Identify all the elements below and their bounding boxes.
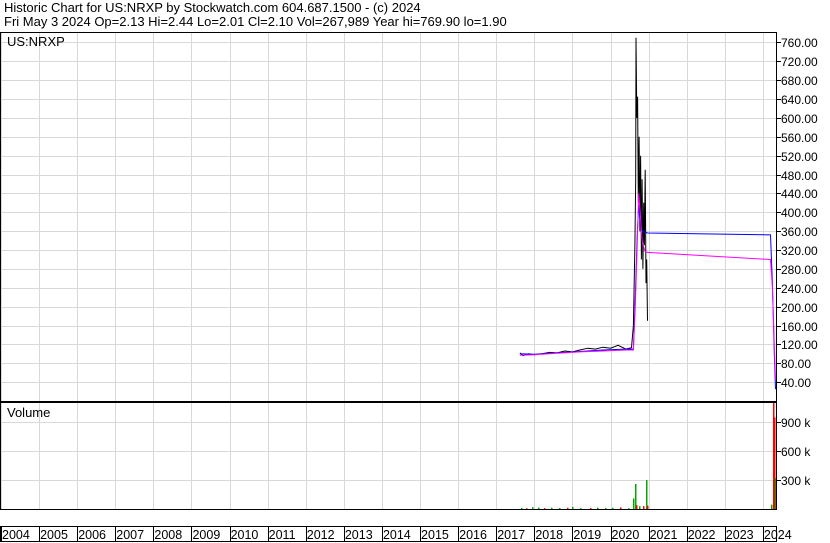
volume-bar xyxy=(612,507,614,509)
year-label: 2020 xyxy=(612,528,640,542)
volume-bar xyxy=(639,506,641,509)
price-tick-label: 440.00 xyxy=(781,187,818,201)
year-label: 2016 xyxy=(459,528,487,542)
year-label: 2011 xyxy=(269,528,296,542)
volume-bar xyxy=(647,505,649,509)
year-label: 2013 xyxy=(345,528,373,542)
price-tick-label: 120.00 xyxy=(781,338,818,352)
price-tick-label: 640.00 xyxy=(781,93,818,107)
year-label: 2009 xyxy=(192,528,220,542)
year-label: 2022 xyxy=(688,528,716,542)
year-label: 2006 xyxy=(78,528,106,542)
year-label: 2021 xyxy=(650,528,678,542)
year-label: 2004 xyxy=(2,528,30,542)
volume-tick-label: 300 k xyxy=(781,474,811,488)
price-tick-label: 400.00 xyxy=(781,206,818,220)
year-label: 2023 xyxy=(726,528,754,542)
volume-bar xyxy=(544,508,546,510)
year-label: 2018 xyxy=(535,528,563,542)
price-tick-label: 200.00 xyxy=(781,301,818,315)
price-tick-label: 320.00 xyxy=(781,244,818,258)
year-label: 2007 xyxy=(116,528,144,542)
price-tick-label: 160.00 xyxy=(781,320,818,334)
volume-bar xyxy=(636,505,638,509)
price-tick-label: 720.00 xyxy=(781,55,818,69)
price-tick-label: 560.00 xyxy=(781,131,818,145)
price-panel-frame xyxy=(0,32,777,402)
price-tick-labels: 760.00 720.00 680.00 640.00 600.00 560.00 520.… xyxy=(777,36,818,390)
volume-bar xyxy=(580,508,582,510)
volume-bar xyxy=(771,504,773,509)
price-tick-label: 480.00 xyxy=(781,169,818,183)
price-grid xyxy=(1,42,777,383)
price-tick-label: 680.00 xyxy=(781,74,818,88)
volume-bars xyxy=(521,403,777,510)
moving-average-fast xyxy=(519,205,776,390)
moving-averages xyxy=(519,193,776,390)
volume-bar xyxy=(643,506,645,509)
volume-bar xyxy=(559,508,561,510)
volume-bar xyxy=(633,498,635,509)
price-tick-label: 240.00 xyxy=(781,282,818,296)
year-label: 2010 xyxy=(231,528,259,542)
price-tick-label: 40.00 xyxy=(781,376,811,390)
volume-grid xyxy=(1,422,777,481)
volume-bar xyxy=(521,507,523,509)
volume-tick-label: 600 k xyxy=(781,445,811,459)
volume-bar xyxy=(567,507,569,509)
price-tick-label: 600.00 xyxy=(781,112,818,126)
volume-bar xyxy=(628,508,630,510)
symbol-label: US:NRXP xyxy=(7,34,65,49)
volume-bar xyxy=(646,480,648,509)
year-label: 2019 xyxy=(573,528,601,542)
year-label: 2024 xyxy=(764,528,792,542)
stock-chart: US:NRXP Volume 760.00 720.00 680.00 640.00 6… xyxy=(0,32,818,542)
volume-tick-labels: 900 k 600 k 300 k xyxy=(777,416,811,488)
moving-average-slow xyxy=(519,193,776,380)
volume-bar xyxy=(532,507,534,509)
price-tick-label: 760.00 xyxy=(781,36,818,50)
volume-bar xyxy=(597,507,599,509)
price-tick-label: 280.00 xyxy=(781,263,818,277)
volume-bar xyxy=(620,507,622,509)
price-tick-label: 520.00 xyxy=(781,150,818,164)
volume-bar xyxy=(551,507,553,509)
price-tick-label: 360.00 xyxy=(781,225,818,239)
year-label: 2014 xyxy=(383,528,411,542)
year-label: 2008 xyxy=(154,528,182,542)
year-label: 2005 xyxy=(40,528,68,542)
volume-bar xyxy=(538,507,540,509)
year-label: 2012 xyxy=(307,528,335,542)
volume-bar xyxy=(605,508,607,510)
volume-bar xyxy=(572,506,574,509)
volume-panel-frame xyxy=(0,402,777,510)
volume-label: Volume xyxy=(7,405,50,420)
time-grid xyxy=(1,33,764,541)
volume-tick-label: 900 k xyxy=(781,416,811,430)
year-labels: 2004 2005 2006 2007 2008 2009 2010 2011 2012 2013… xyxy=(2,528,792,542)
year-label: 2015 xyxy=(421,528,449,542)
year-label: 2017 xyxy=(497,528,525,542)
volume-bar xyxy=(590,507,592,509)
price-tick-label: 80.00 xyxy=(781,357,811,371)
